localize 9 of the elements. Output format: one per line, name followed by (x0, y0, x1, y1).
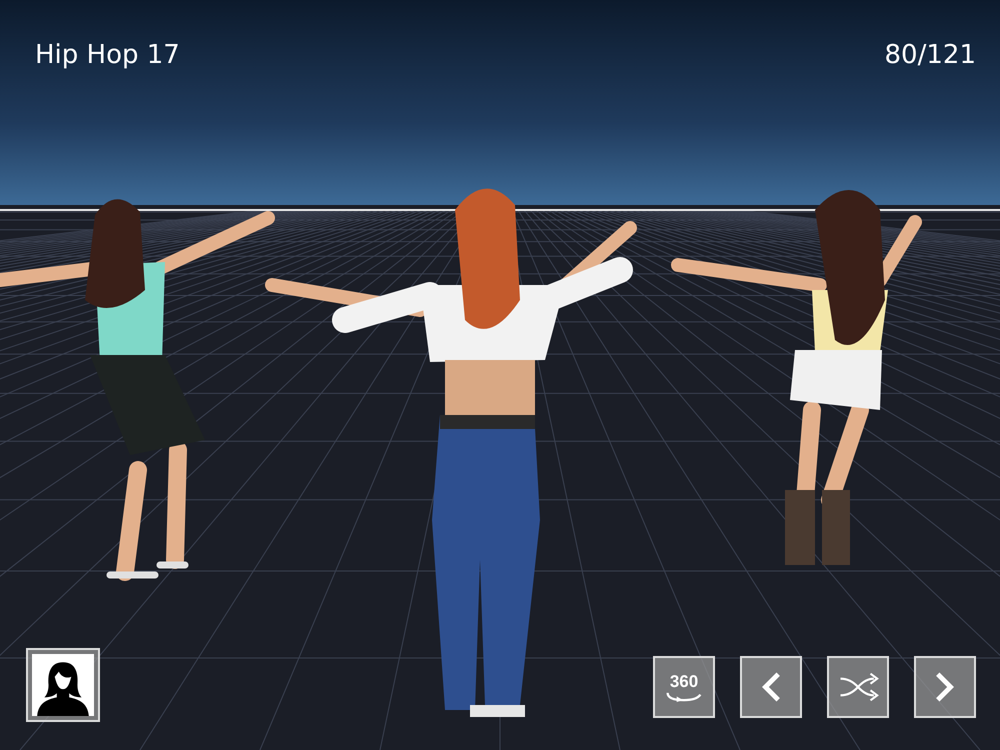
rotate-arrow-icon (664, 690, 704, 702)
dance-title: Hip Hop 17 (35, 39, 180, 72)
next-button[interactable] (914, 656, 976, 718)
avatar-button[interactable] (26, 648, 100, 722)
previous-button[interactable] (740, 656, 802, 718)
shuffle-button[interactable] (827, 656, 889, 718)
woman-avatar-icon (32, 654, 94, 716)
rotate-360-button[interactable]: 360 (653, 656, 715, 718)
dance-counter: 80/121 (884, 39, 976, 72)
